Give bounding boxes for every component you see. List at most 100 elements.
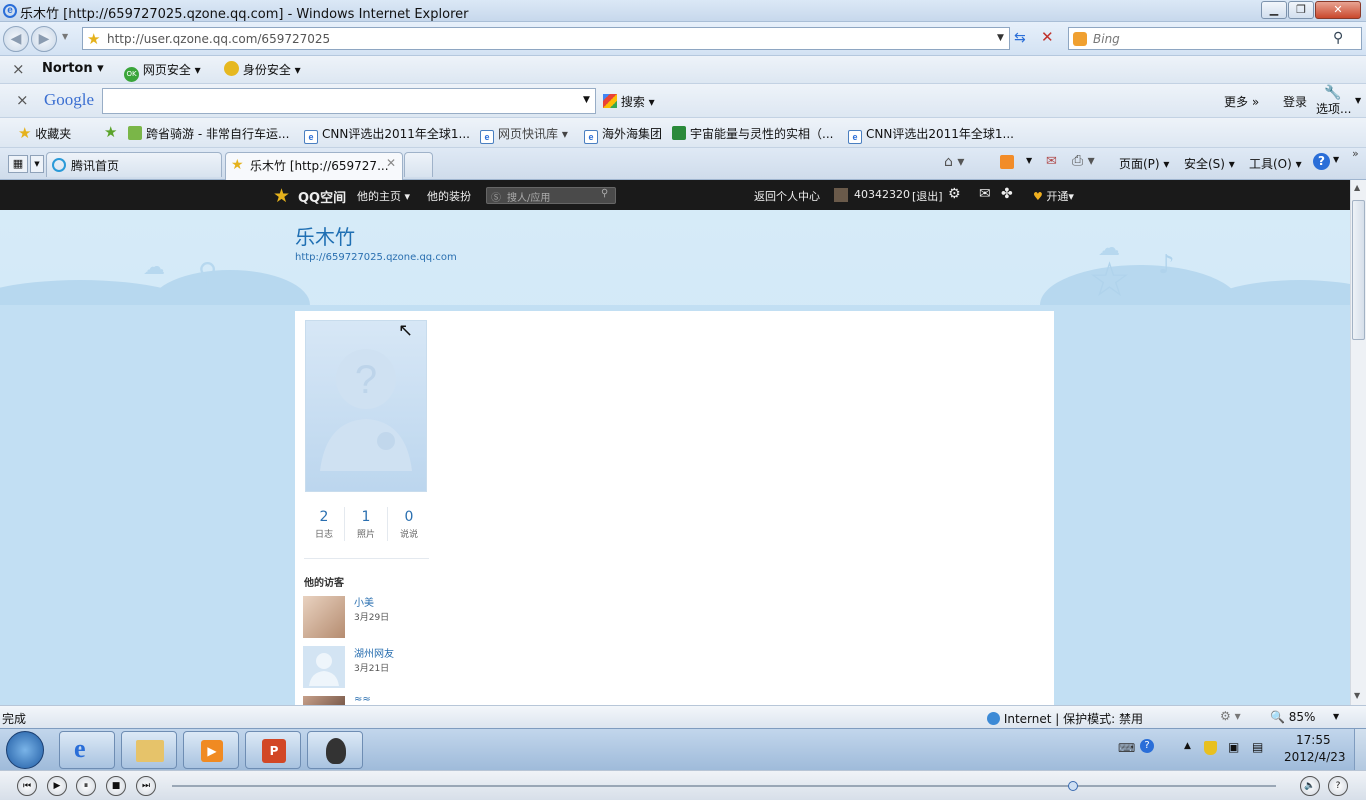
home-icon[interactable]: ⌂ ▾ xyxy=(944,154,964,170)
seek-handle[interactable] xyxy=(1068,781,1078,791)
read-mail-icon[interactable]: ✉ xyxy=(1046,154,1057,169)
back-to-center-link[interactable]: 返回个人中心 xyxy=(754,188,820,204)
keyboard-icon[interactable]: ⌨ xyxy=(1118,741,1135,755)
tab-list-dropdown-icon[interactable]: ▼ xyxy=(30,155,44,173)
tab-qzone[interactable]: ★ 乐木竹 [http://659727... ✕ xyxy=(225,152,403,180)
play-icon[interactable]: ▶ xyxy=(47,776,67,796)
profile-avatar[interactable]: ? xyxy=(305,320,427,492)
user-id[interactable]: 40342320 xyxy=(854,188,910,201)
tray-help-icon[interactable]: ? xyxy=(1140,739,1154,753)
stat-photos[interactable]: 1 照片 xyxy=(346,509,386,540)
address-bar[interactable]: ★ http://user.qzone.qq.com/659727025 ▼ xyxy=(82,27,1010,50)
network-icon[interactable]: ▤ xyxy=(1252,740,1263,754)
popup-blocker-icon[interactable]: ⚙ ▾ xyxy=(1220,709,1241,723)
taskbar-explorer-button[interactable] xyxy=(121,731,177,769)
logout-link[interactable]: [退出] xyxy=(912,188,943,204)
feeds-dropdown-icon[interactable]: ▼ xyxy=(1026,156,1032,165)
quick-tabs-icon[interactable]: ▦ xyxy=(8,155,28,173)
norton-menu[interactable]: Norton ▾ xyxy=(42,61,104,76)
feeds-icon[interactable] xyxy=(1000,155,1014,169)
settings-gear-icon[interactable]: ⚙ xyxy=(948,186,961,202)
start-button[interactable] xyxy=(6,731,44,769)
taskbar-qq-button[interactable] xyxy=(307,731,363,769)
history-dropdown-icon[interactable]: ▼ xyxy=(62,32,68,41)
bing-search-box[interactable]: Bing ⚲ xyxy=(1068,27,1362,50)
taskbar-media-button[interactable]: ▶ xyxy=(183,731,239,769)
user-avatar[interactable] xyxy=(834,188,848,202)
close-button[interactable]: ✕ xyxy=(1315,1,1361,19)
clock-time[interactable]: 17:55 xyxy=(1296,733,1331,747)
chevron-more-icon[interactable]: » xyxy=(1352,147,1359,160)
security-zone[interactable]: Internet | 保护模式: 禁用 xyxy=(987,710,1143,727)
address-dropdown-icon[interactable]: ▼ xyxy=(997,33,1004,43)
shield-icon[interactable] xyxy=(1204,741,1217,755)
google-dropdown-icon[interactable]: ▼ xyxy=(583,95,590,105)
fav-link-1[interactable]: 跨省骑游 - 非常自行车运... xyxy=(128,125,289,142)
show-desktop-button[interactable] xyxy=(1354,729,1366,771)
close-google-toolbar-icon[interactable]: × xyxy=(16,91,29,109)
fav-webslice[interactable]: e 网页快讯库 ▾ xyxy=(480,125,568,144)
address-input[interactable]: http://user.qzone.qq.com/659727025 xyxy=(107,32,330,46)
seek-track[interactable] xyxy=(172,785,1276,787)
tray-expand-icon[interactable]: ▲ xyxy=(1184,741,1191,751)
help-dropdown-icon[interactable]: ▼ xyxy=(1333,155,1339,164)
bing-search-input[interactable]: Bing xyxy=(1093,32,1120,46)
google-options-button[interactable]: 选项... xyxy=(1316,100,1351,117)
wrench-icon[interactable]: 🔧 xyxy=(1324,85,1341,101)
taskbar-powerpoint-button[interactable]: P xyxy=(245,731,301,769)
taskbar-ie-button[interactable]: e xyxy=(59,731,115,769)
open-vip-menu[interactable]: ♥ 开通▾ xyxy=(1033,188,1074,204)
visitor-avatar[interactable] xyxy=(303,696,345,705)
visitor-name[interactable]: 湖州网友 xyxy=(354,645,394,660)
his-outfit-link[interactable]: 他的装扮 xyxy=(427,188,471,204)
google-search-input[interactable]: ▼ xyxy=(102,88,596,114)
google-more-button[interactable]: 更多 » xyxy=(1224,93,1259,110)
next-icon[interactable]: ⏭ xyxy=(136,776,156,796)
previous-icon[interactable]: ⏮ xyxy=(17,776,37,796)
page-scrollbar[interactable]: ▲ ▼ xyxy=(1350,180,1366,705)
forward-button[interactable]: ▶ xyxy=(31,26,57,52)
favorites-button[interactable]: ★ 收藏夹 xyxy=(18,124,71,142)
his-home-menu[interactable]: 他的主页 ▾ xyxy=(357,188,410,204)
scroll-thumb[interactable] xyxy=(1352,200,1365,340)
search-icon[interactable]: ⚲ xyxy=(601,188,608,199)
usb-icon[interactable]: ▣ xyxy=(1228,740,1239,754)
options-dropdown-icon[interactable]: ▼ xyxy=(1355,96,1361,105)
clock-date[interactable]: 2012/4/23 xyxy=(1284,750,1346,764)
fav-link-5[interactable]: e CNN评选出2011年全球1... xyxy=(848,125,1014,144)
refresh-icon[interactable]: ⇆ xyxy=(1014,30,1026,46)
stop-icon[interactable]: ■ xyxy=(106,776,126,796)
pause-icon[interactable]: ⏸ xyxy=(76,776,96,796)
volume-icon[interactable]: 🔈 xyxy=(1300,776,1320,796)
google-search-button[interactable]: 搜索 ▾ xyxy=(603,93,655,110)
stop-icon[interactable]: ✕ xyxy=(1041,28,1054,46)
zoom-level[interactable]: 🔍 85% xyxy=(1270,710,1315,724)
maximize-button[interactable]: ❐ xyxy=(1288,1,1314,19)
stat-moods[interactable]: 0 说说 xyxy=(389,509,429,540)
safety-menu[interactable]: 安全(S) ▾ xyxy=(1184,155,1235,172)
new-tab-button[interactable] xyxy=(404,152,433,177)
search-icon[interactable]: ⚲ xyxy=(1333,30,1343,46)
scroll-up-icon[interactable]: ▲ xyxy=(1354,183,1360,192)
player-help-icon[interactable]: ? xyxy=(1328,776,1348,796)
mail-icon[interactable]: ✉ xyxy=(979,186,991,202)
scroll-down-icon[interactable]: ▼ xyxy=(1354,691,1360,700)
tab-tencent-home[interactable]: 腾讯首页 xyxy=(46,152,222,177)
qzone-search-input[interactable]: Ⓢ 搜人/应用 ⚲ xyxy=(486,187,616,204)
clover-icon[interactable]: ✤ xyxy=(1001,186,1013,202)
add-favorite-icon[interactable]: ★ xyxy=(104,123,117,141)
print-icon[interactable]: ⎙ ▾ xyxy=(1072,153,1095,169)
close-toolbar-icon[interactable]: × xyxy=(12,60,25,78)
favorite-star-icon[interactable]: ★ xyxy=(87,30,100,48)
close-tab-icon[interactable]: ✕ xyxy=(386,156,396,170)
visitor-avatar[interactable] xyxy=(303,596,345,638)
tools-menu[interactable]: 工具(O) ▾ xyxy=(1249,155,1302,172)
web-safety-menu[interactable]: OK 网页安全 ▾ xyxy=(124,61,201,82)
identity-safety-menu[interactable]: 身份安全 ▾ xyxy=(224,61,301,78)
visitor-name[interactable]: ≈≈ xyxy=(354,694,371,705)
fav-link-3[interactable]: e 海外海集团 xyxy=(584,125,662,144)
visitor-name[interactable]: 小美 xyxy=(354,594,374,609)
visitor-avatar[interactable] xyxy=(303,646,345,688)
help-icon[interactable]: ? xyxy=(1313,153,1330,170)
zoom-dropdown-icon[interactable]: ▼ xyxy=(1333,712,1339,721)
